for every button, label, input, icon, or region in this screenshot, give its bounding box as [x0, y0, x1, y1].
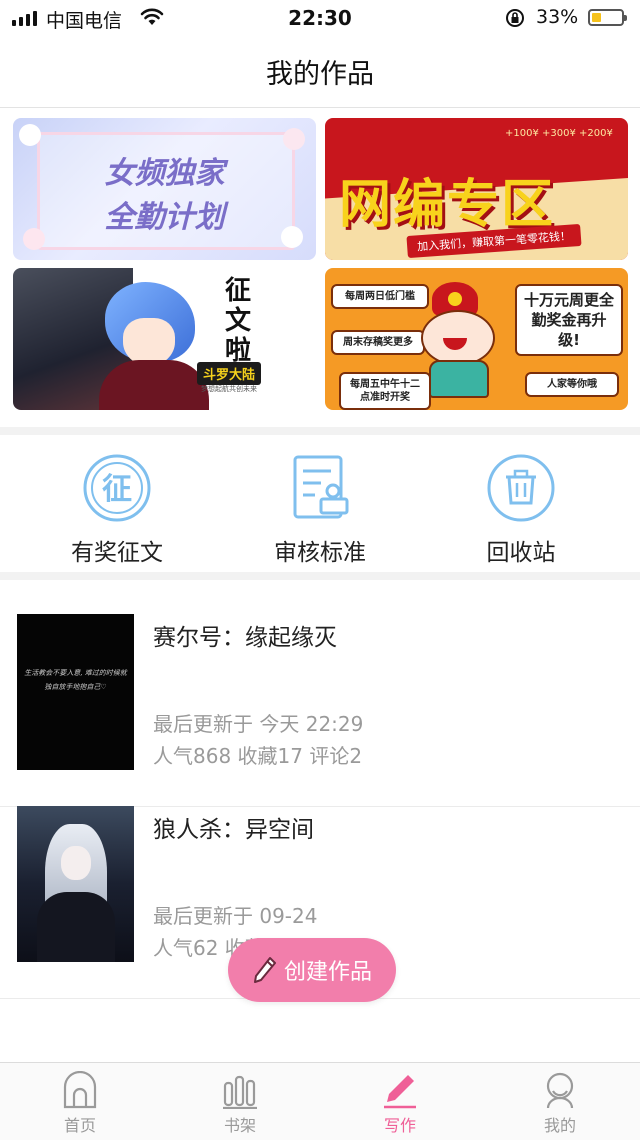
banner-web-series[interactable]: +100¥ +300¥ +200¥ 网编专区 加入我们，赚取第一笔零花钱！	[325, 118, 628, 260]
nav-divider	[0, 107, 640, 108]
banner-tag: 斗罗大陆	[197, 362, 262, 385]
banner-line2: 全勤计划	[104, 200, 225, 235]
svg-text:征: 征	[102, 472, 132, 507]
action-label: 审核标准	[274, 540, 366, 566]
work-item[interactable]: 生活教会不要入意, 难过的时候就独自放手地抱自己♡ 赛尔号：缘起缘灭 最后更新于…	[0, 614, 640, 807]
cover-text: 生活教会不要入意, 难过的时候就独自放手地抱自己♡	[24, 669, 127, 691]
action-label: 回收站	[486, 540, 556, 566]
tab-home[interactable]: 首页	[0, 1063, 160, 1140]
banner-vertical-text: 征文啦	[224, 276, 251, 366]
work-updated: 最后更新于 今天 22:29	[153, 712, 364, 736]
banner-line1: 女频独家	[104, 156, 225, 191]
rotation-lock-icon	[506, 9, 524, 27]
write-pencil-icon	[384, 1075, 416, 1109]
create-work-button[interactable]: 创建作品	[228, 938, 396, 1002]
home-icon	[63, 1071, 97, 1109]
work-cover[interactable]: 生活教会不要入意, 难过的时候就独自放手地抱自己♡	[17, 614, 134, 770]
work-title[interactable]: 赛尔号：缘起缘灭	[153, 618, 337, 652]
tab-label: 写作	[383, 1116, 416, 1135]
create-button-label: 创建作品	[283, 960, 372, 985]
banner-bubble: 周末存稿奖更多	[331, 330, 425, 355]
banner-bubble: 每周五中午十二点准时开奖	[339, 372, 431, 410]
tab-bookshelf[interactable]: 书架	[160, 1063, 320, 1140]
banner-headline: 十万元周更全勤奖金再升级!	[515, 284, 623, 356]
flower-decoration	[283, 128, 305, 150]
banner-title: 网编专区	[339, 175, 556, 235]
review-document-icon	[293, 455, 349, 519]
tab-write[interactable]: 写作	[320, 1063, 480, 1140]
work-cover[interactable]	[17, 806, 134, 962]
work-stats: 人气868 收藏17 评论2	[153, 744, 363, 768]
status-bar: 中国电信 22:30 33%	[0, 0, 640, 36]
action-label: 有奖征文	[71, 540, 163, 566]
section-divider	[0, 427, 640, 435]
page-title: 我的作品	[266, 59, 374, 90]
trash-icon	[487, 454, 555, 522]
bookshelf-icon	[223, 1075, 257, 1109]
banner-bubble: 每周两日低门槛	[331, 284, 429, 309]
banner-contest[interactable]: 征文啦 斗罗大陆 梦想起航共创未来	[13, 268, 316, 410]
contest-badge-icon: 征	[83, 454, 151, 522]
profile-icon	[546, 1072, 574, 1109]
banner-weekly-reward[interactable]: 每周两日低门槛 周末存稿奖更多 每周五中午十二点准时开奖 十万元周更全勤奖金再升…	[325, 268, 628, 410]
section-divider	[0, 572, 640, 580]
tab-label: 书架	[223, 1116, 256, 1135]
banner-coins-text: +100¥ +300¥ +200¥	[505, 128, 613, 139]
banner-female-exclusive[interactable]: 女频独家 全勤计划	[13, 118, 316, 260]
tab-profile[interactable]: 我的	[480, 1063, 640, 1140]
work-updated: 最后更新于 09-24	[153, 904, 318, 928]
tab-bar: 首页 书架 写作 我的	[0, 1062, 640, 1140]
banner-small-text: 梦想起航共创未来	[201, 385, 257, 393]
pencil-icon	[253, 957, 276, 983]
flower-decoration	[19, 124, 41, 146]
battery-percent: 33%	[536, 6, 579, 28]
work-title[interactable]: 狼人杀：异空间	[153, 810, 314, 844]
tab-label: 我的	[543, 1116, 576, 1135]
banner-bubble: 人家等你哦	[525, 372, 619, 397]
battery-icon	[588, 9, 627, 26]
tab-label: 首页	[63, 1116, 96, 1135]
